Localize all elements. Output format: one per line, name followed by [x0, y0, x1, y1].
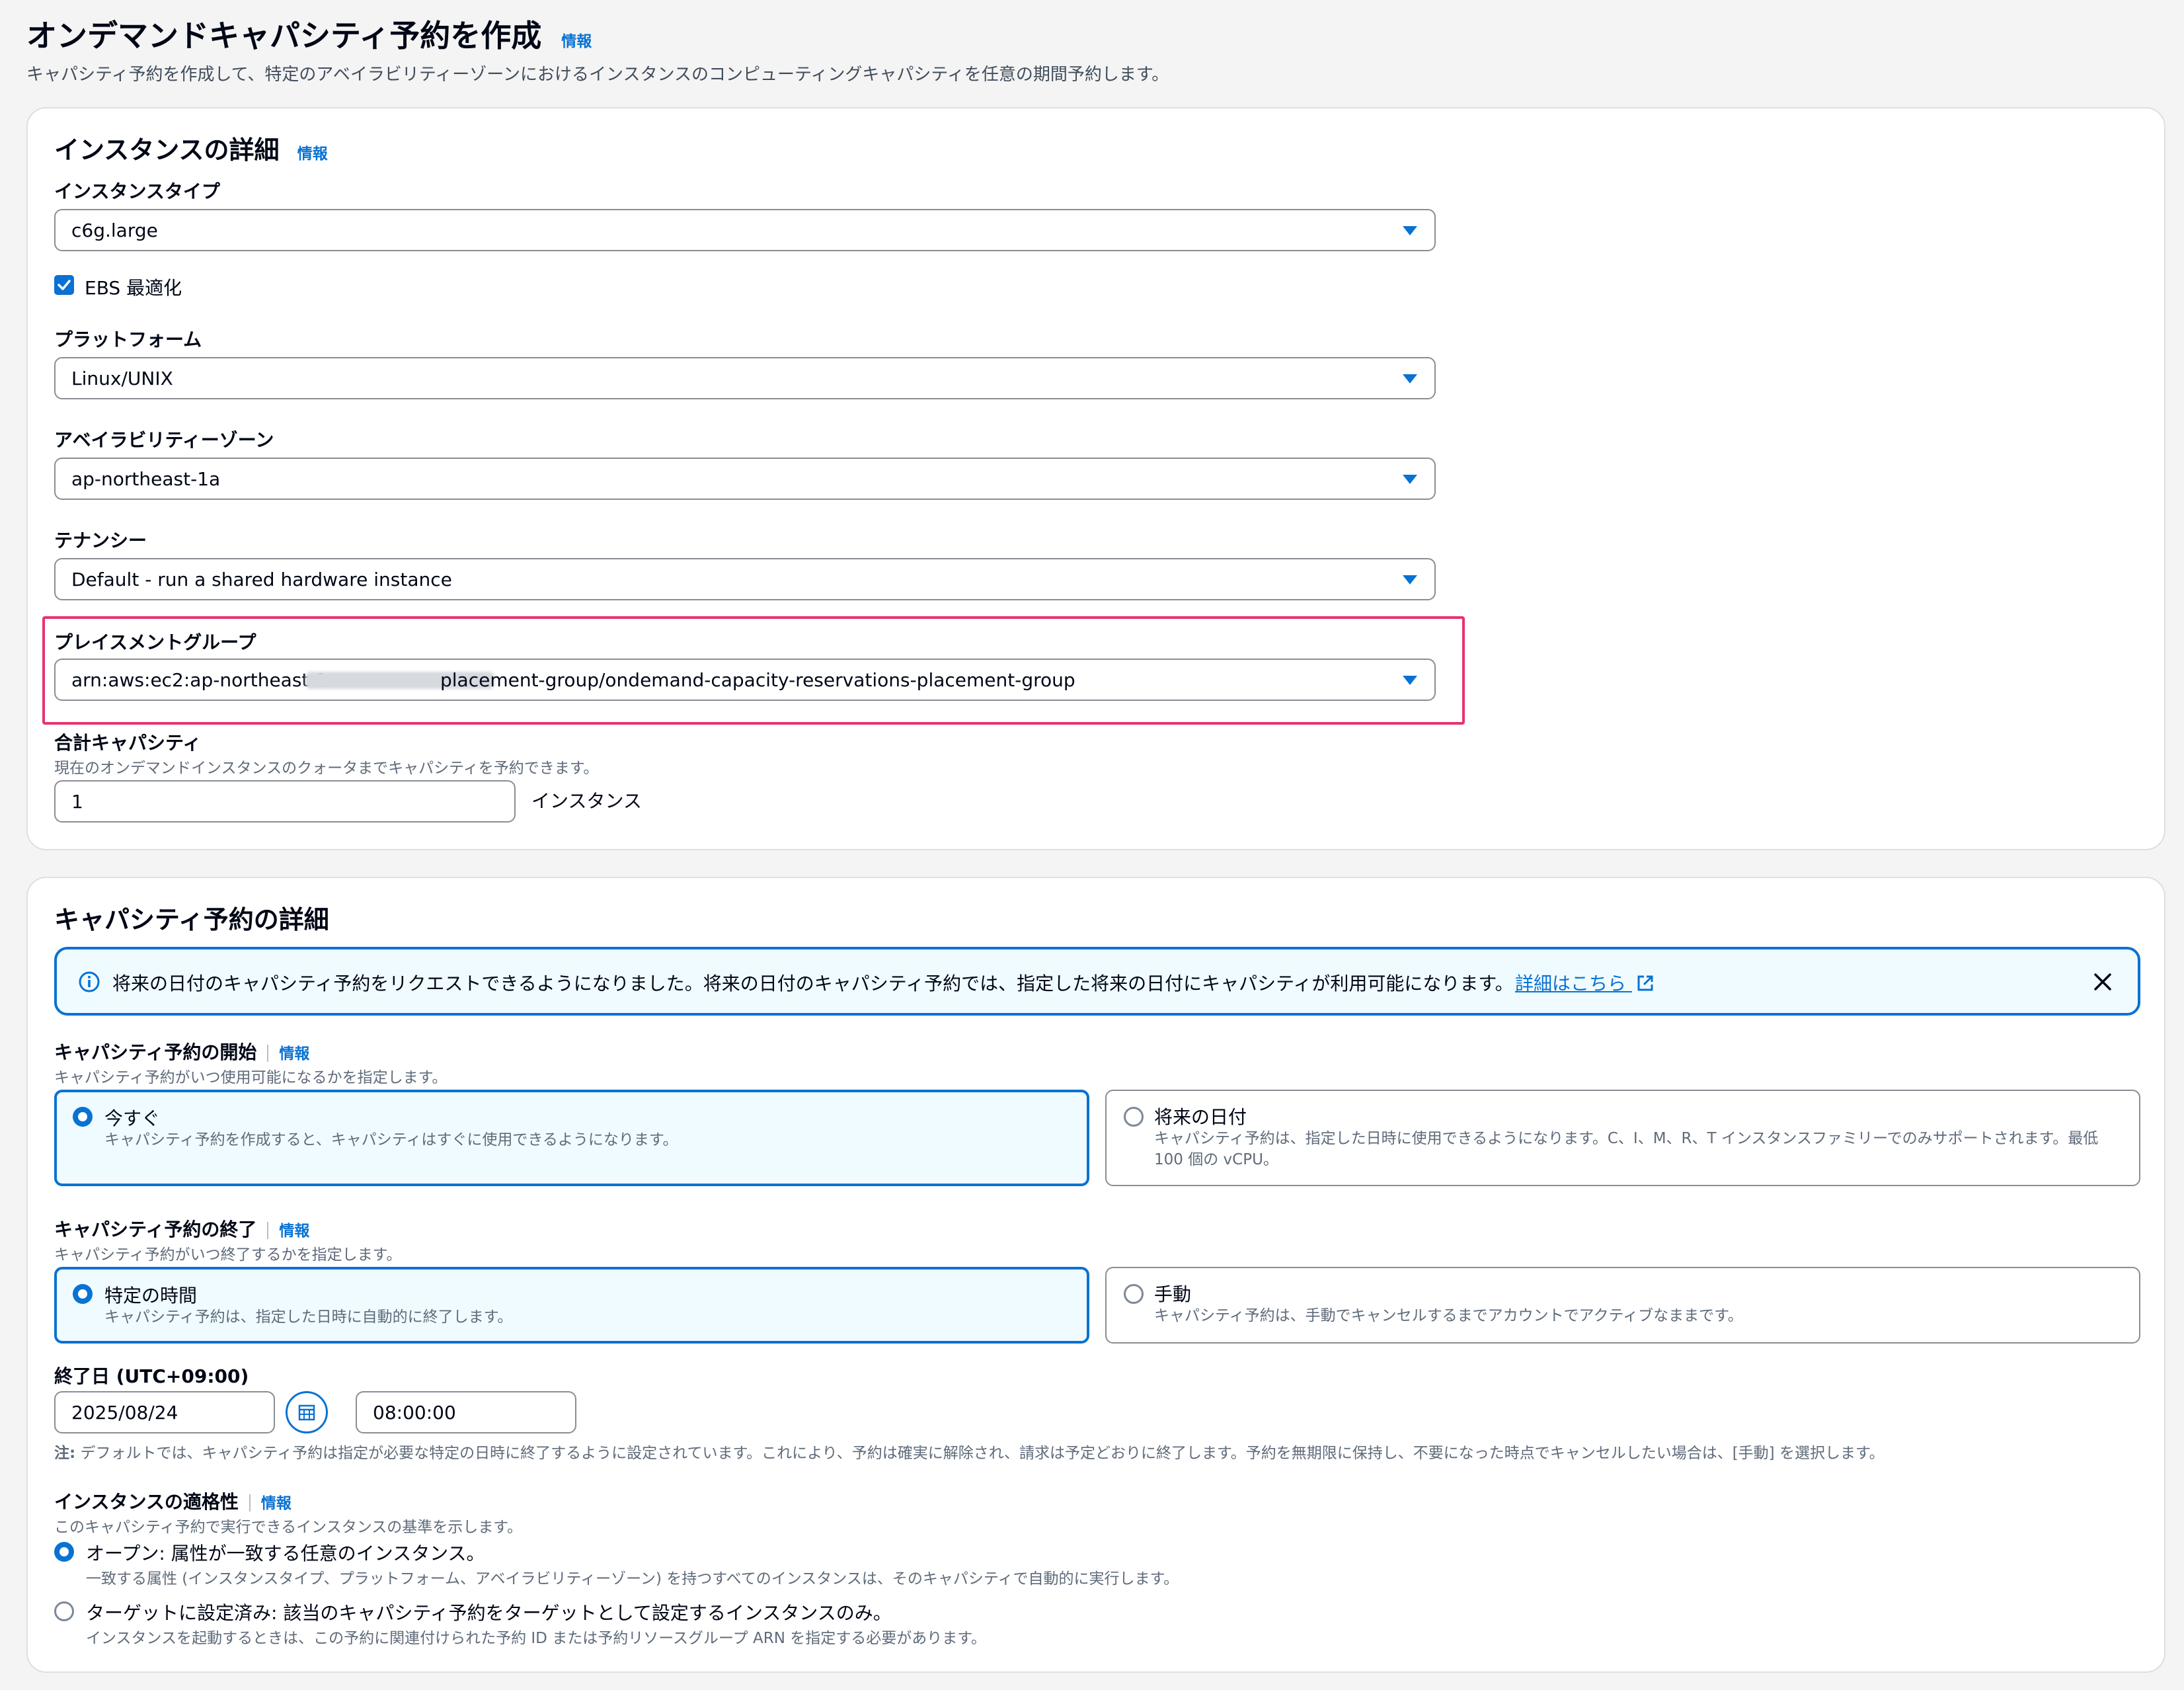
- total-capacity-label: 合計キャパシティ: [54, 732, 202, 754]
- targeted-eligibility-desc: インスタンスを起動するときは、この予約に関連付けられた予約 ID または予約リソ…: [86, 1630, 986, 1647]
- tenancy-value: Default - run a shared hardware instance: [71, 569, 452, 590]
- chevron-down-icon: [1403, 374, 1417, 383]
- open-eligibility-desc: 一致する属性 (インスタンスタイプ、プラットフォーム、アベイラビリティーゾーン)…: [86, 1570, 1179, 1588]
- info-banner-text: 将来の日付のキャパシティ予約をリクエストできるようになりました。将来の日付のキャ…: [112, 973, 1514, 994]
- end-specific-radio[interactable]: [73, 1284, 93, 1304]
- page-title-text: オンデマンドキャパシティ予約を作成: [26, 18, 542, 54]
- end-specific-title: 特定の時間: [104, 1285, 198, 1307]
- chevron-down-icon: [1403, 475, 1417, 484]
- start-now-radio[interactable]: [73, 1107, 93, 1127]
- total-capacity-value: 1: [71, 791, 83, 813]
- eligibility-label: インスタンスの適格性 情報: [54, 1488, 292, 1514]
- page-title: オンデマンドキャパシティ予約を作成 情報: [26, 12, 592, 56]
- page-info-link[interactable]: 情報: [561, 33, 592, 50]
- end-manual-radio[interactable]: [1124, 1284, 1144, 1304]
- placement-group-label: プレイスメントグループ: [54, 631, 256, 653]
- instance-type-value: c6g.large: [71, 220, 158, 241]
- start-future-title: 将来の日付: [1154, 1106, 1247, 1128]
- open-eligibility-title: オープン: 属性が一致する任意のインスタンス。: [86, 1543, 485, 1564]
- start-label: キャパシティ予約の開始 情報: [54, 1038, 309, 1065]
- end-desc: キャパシティ予約がいつ終了するかを指定します。: [54, 1246, 402, 1264]
- total-capacity-desc: 現在のオンデマンドインスタンスのクォータまでキャパシティを予約できます。: [54, 760, 599, 777]
- tenancy-select[interactable]: Default - run a shared hardware instance: [54, 558, 1436, 600]
- end-date-input[interactable]: 2025/08/24: [54, 1391, 275, 1433]
- page-description: キャパシティ予約を作成して、特定のアベイラビリティーゾーンにおけるインスタンスの…: [26, 65, 1169, 85]
- start-info-link[interactable]: 情報: [279, 1045, 309, 1063]
- end-label-text: キャパシティ予約の終了: [54, 1219, 257, 1240]
- platform-value: Linux/UNIX: [71, 368, 173, 389]
- end-specific-desc: キャパシティ予約は、指定した日時に自動的に終了します。: [104, 1308, 513, 1326]
- end-manual-option[interactable]: 手動 キャパシティ予約は、手動でキャンセルするまでアカウントでアクティブなままで…: [1105, 1267, 2140, 1344]
- placement-group-value-suffix: placement-group/ondemand-capacity-reserv…: [440, 669, 1075, 691]
- platform-select[interactable]: Linux/UNIX: [54, 357, 1436, 399]
- ebs-optimized-label: EBS 最適化: [85, 277, 182, 299]
- learn-more-link-text: 詳細はこちら: [1515, 973, 1627, 994]
- availability-zone-label: アベイラビリティーゾーン: [54, 429, 274, 451]
- note-text: デフォルトでは、キャパシティ予約は指定が必要な特定の日時に終了するように設定され…: [75, 1445, 1885, 1462]
- divider: [249, 1494, 251, 1511]
- tenancy-label: テナンシー: [54, 530, 147, 551]
- instance-type-label: インスタンスタイプ: [54, 181, 220, 202]
- placement-group-select[interactable]: arn:aws:ec2:ap-northeast-1 placement-gro…: [54, 659, 1436, 701]
- calendar-button[interactable]: [286, 1391, 328, 1433]
- eligibility-desc: このキャパシティ予約で実行できるインスタンスの基準を示します。: [54, 1519, 522, 1536]
- chevron-down-icon: [1403, 575, 1417, 584]
- availability-zone-select[interactable]: ap-northeast-1a: [54, 458, 1436, 500]
- instance-details-info-link[interactable]: 情報: [297, 145, 328, 163]
- reservation-details-heading: キャパシティ予約の詳細: [54, 905, 329, 934]
- eligibility-label-text: インスタンスの適格性: [54, 1491, 239, 1513]
- instance-details-heading-text: インスタンスの詳細: [54, 136, 280, 165]
- platform-label: プラットフォーム: [54, 329, 202, 350]
- instance-type-select[interactable]: c6g.large: [54, 209, 1436, 251]
- instance-details-heading: インスタンスの詳細 情報: [54, 130, 328, 166]
- info-banner: 将来の日付のキャパシティ予約をリクエストできるようになりました。将来の日付のキャ…: [54, 947, 2140, 1016]
- checkmark-icon: [58, 280, 71, 290]
- total-capacity-unit: インスタンス: [531, 790, 642, 812]
- learn-more-link[interactable]: 詳細はこちら: [1515, 969, 1655, 996]
- info-icon: [79, 971, 100, 992]
- end-specific-option[interactable]: 特定の時間 キャパシティ予約は、指定した日時に自動的に終了します。: [54, 1267, 1089, 1344]
- start-future-option[interactable]: 将来の日付 キャパシティ予約は、指定した日時に使用できるようになります。C、I、…: [1105, 1090, 2140, 1186]
- eligibility-info-link[interactable]: 情報: [261, 1495, 292, 1512]
- divider: [267, 1045, 269, 1062]
- start-future-desc: キャパシティ予約は、指定した日時に使用できるようになります。C、I、M、R、T …: [1154, 1130, 2099, 1168]
- ebs-optimized-checkbox[interactable]: [54, 275, 74, 295]
- start-desc: キャパシティ予約がいつ使用可能になるかを指定します。: [54, 1069, 448, 1086]
- start-now-desc: キャパシティ予約を作成すると、キャパシティはすぐに使用できるようになります。: [104, 1131, 678, 1148]
- end-time-input[interactable]: 08:00:00: [356, 1391, 576, 1433]
- total-capacity-input[interactable]: 1: [54, 780, 516, 823]
- chevron-down-icon: [1403, 676, 1417, 685]
- divider: [267, 1222, 269, 1239]
- start-future-radio[interactable]: [1124, 1107, 1144, 1127]
- end-label: キャパシティ予約の終了 情報: [54, 1215, 309, 1242]
- end-note: 注: デフォルトでは、キャパシティ予約は指定が必要な特定の日時に終了するように設…: [54, 1440, 1885, 1463]
- end-info-link[interactable]: 情報: [279, 1223, 309, 1240]
- end-manual-desc: キャパシティ予約は、手動でキャンセルするまでアカウントでアクティブなままです。: [1154, 1307, 1743, 1324]
- targeted-eligibility-radio[interactable]: [54, 1601, 74, 1621]
- close-icon[interactable]: [2093, 972, 2113, 992]
- external-link-icon: [1637, 975, 1653, 991]
- start-label-text: キャパシティ予約の開始: [54, 1041, 257, 1063]
- calendar-icon: [298, 1404, 315, 1421]
- end-date-label: 終了日 (UTC+09:00): [54, 1365, 249, 1387]
- placement-group-value-prefix: arn:aws:ec2:ap-northeast-1: [71, 669, 328, 691]
- availability-zone-value: ap-northeast-1a: [71, 468, 221, 490]
- start-now-option[interactable]: 今すぐ キャパシティ予約を作成すると、キャパシティはすぐに使用できるようになりま…: [54, 1090, 1089, 1186]
- targeted-eligibility-title: ターゲットに設定済み: 該当のキャパシティ予約をターゲットとして設定するインスタ…: [86, 1602, 892, 1624]
- end-time-value: 08:00:00: [373, 1402, 456, 1424]
- end-manual-title: 手動: [1154, 1283, 1192, 1305]
- chevron-down-icon: [1403, 226, 1417, 235]
- end-date-value: 2025/08/24: [71, 1402, 178, 1424]
- note-prefix: 注:: [54, 1445, 76, 1462]
- open-eligibility-radio[interactable]: [54, 1542, 74, 1562]
- start-now-title: 今すぐ: [104, 1107, 161, 1129]
